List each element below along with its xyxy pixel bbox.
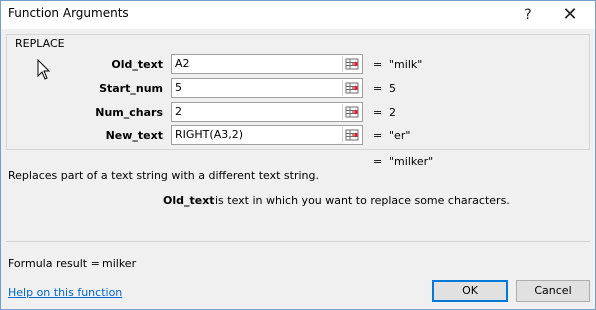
divider — [6, 241, 590, 242]
function-arguments-dialog: Function Arguments ? ✕ REPLACE Old_text … — [0, 0, 596, 310]
current-arg-description: is text in which you want to replace som… — [215, 194, 510, 207]
close-icon[interactable]: ✕ — [553, 1, 587, 29]
current-arg-name: Old_text — [163, 194, 215, 207]
arg-field-num-chars[interactable] — [171, 102, 363, 122]
start-num-input[interactable] — [175, 81, 335, 94]
arg-value-start-num: 5 — [389, 82, 396, 95]
help-on-function-link[interactable]: Help on this function — [8, 286, 122, 299]
range-select-icon[interactable] — [342, 80, 361, 96]
range-select-icon[interactable] — [342, 104, 361, 120]
arg-label-num-chars: Num_chars — [95, 106, 163, 119]
title-bar: Function Arguments ? ✕ — [1, 1, 595, 29]
arg-equals: = — [373, 58, 383, 71]
formula-result-label: Formula result = — [8, 257, 100, 270]
arg-equals: = — [373, 129, 383, 142]
arg-field-old-text[interactable] — [171, 54, 363, 74]
function-name: REPLACE — [15, 37, 65, 50]
result-preview: "milker" — [389, 155, 434, 168]
formula-result-value: milker — [102, 257, 137, 270]
arg-value-old-text: "milk" — [389, 58, 423, 71]
arg-field-start-num[interactable] — [171, 78, 363, 98]
mouse-pointer-icon — [37, 59, 51, 80]
num-chars-input[interactable] — [175, 105, 335, 118]
range-select-icon[interactable] — [342, 127, 361, 143]
new-text-input[interactable] — [175, 128, 335, 141]
arg-label-start-num: Start_num — [99, 82, 163, 95]
result-equals: = — [373, 155, 383, 168]
arg-value-new-text: "er" — [389, 129, 411, 142]
window-title: Function Arguments — [8, 6, 129, 20]
arg-value-num-chars: 2 — [389, 106, 396, 119]
old-text-input[interactable] — [175, 57, 335, 70]
function-description: Replaces part of a text string with a di… — [8, 169, 319, 182]
ok-button[interactable]: OK — [432, 280, 508, 302]
help-icon[interactable]: ? — [511, 1, 545, 29]
arg-label-old-text: Old_text — [111, 58, 163, 71]
range-select-icon[interactable] — [342, 56, 361, 72]
cancel-button[interactable]: Cancel — [516, 280, 590, 302]
arg-equals: = — [373, 106, 383, 119]
arg-label-new-text: New_text — [105, 129, 163, 142]
arg-equals: = — [373, 82, 383, 95]
arg-field-new-text[interactable] — [171, 125, 363, 145]
